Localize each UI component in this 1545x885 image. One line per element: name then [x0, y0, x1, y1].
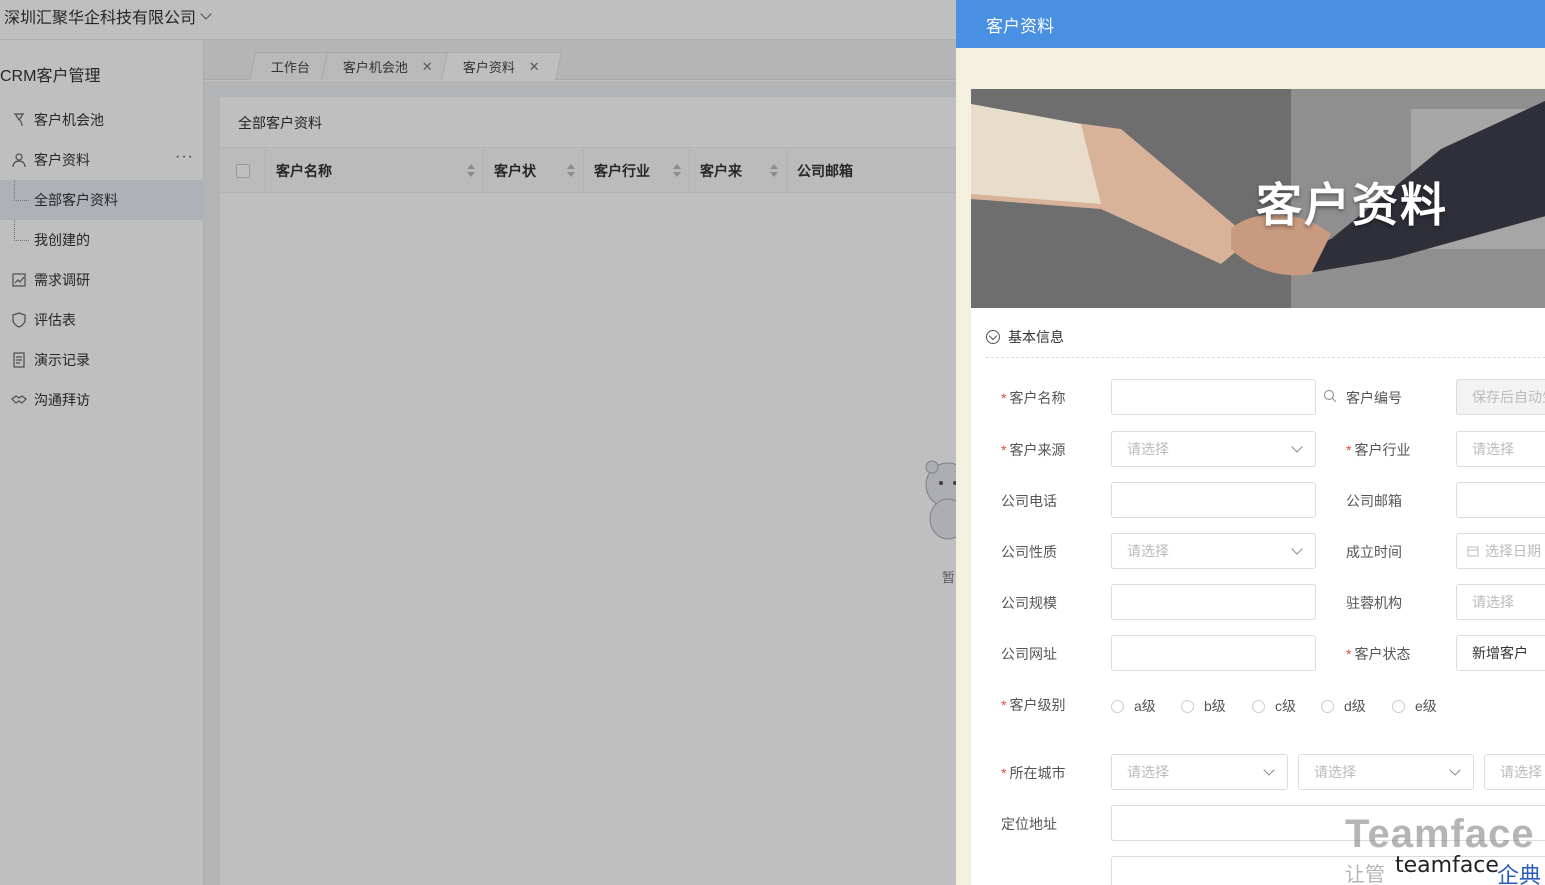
province-select[interactable]: 请选择: [1111, 754, 1288, 790]
email-label: 公司邮箱: [1346, 493, 1402, 509]
founded-label: 成立时间: [1346, 544, 1402, 560]
customer-form: 客户资料 基本信息 *客户名称 客户编号 保存后自动生成 *客户来源 请选择 *…: [971, 89, 1545, 885]
email-input[interactable]: [1456, 482, 1545, 518]
banner-image: 客户资料: [971, 89, 1545, 308]
chevron-down-icon: [1291, 543, 1303, 555]
level-radio-d[interactable]: d级: [1321, 696, 1366, 716]
section-basic-info[interactable]: 基本信息: [986, 327, 1064, 347]
founded-date-picker[interactable]: 选择日期: [1456, 533, 1545, 569]
banner-title: 客户资料: [1256, 178, 1448, 232]
scale-label: 公司规模: [1001, 595, 1057, 611]
source-select[interactable]: 请选择: [1111, 431, 1316, 467]
level-radio-a[interactable]: a级: [1111, 696, 1156, 716]
phone-input[interactable]: [1111, 482, 1316, 518]
chevron-down-icon: [1291, 441, 1303, 453]
industry-label: * 客户行业: [1346, 442, 1411, 458]
status-label: * 客户状态: [1346, 646, 1411, 662]
scale-input[interactable]: [1111, 584, 1316, 620]
customer-no-label: 客户编号: [1346, 390, 1402, 406]
watermark-slogan: 让管: [1345, 862, 1385, 885]
nature-select[interactable]: 请选择: [1111, 533, 1316, 569]
teamface-logo-cn: 企典: [1497, 864, 1542, 885]
industry-select[interactable]: 请选择: [1456, 431, 1545, 467]
phone-label: 公司电话: [1001, 493, 1057, 509]
search-icon[interactable]: [1323, 389, 1337, 406]
website-label: 公司网址: [1001, 646, 1057, 662]
city-label: * 所在城市: [1001, 765, 1066, 781]
drawer-header: 客户资料: [956, 0, 1545, 48]
level-radio-e[interactable]: e级: [1392, 696, 1437, 716]
city-select[interactable]: 请选择: [1298, 754, 1474, 790]
source-label: * 客户来源: [1001, 442, 1066, 458]
address-label: 定位地址: [1001, 816, 1057, 832]
customer-no-input: 保存后自动生成: [1456, 379, 1545, 415]
customer-name-input[interactable]: [1111, 379, 1316, 415]
level-label: * 客户级别: [1001, 697, 1066, 713]
section-title: 基本信息: [1008, 329, 1064, 345]
section-divider: [986, 357, 1545, 358]
customer-info-drawer: 客户资料 客户资料 基本信息 * 客户名称 客户编号 保存后自动 * 客户来源 …: [956, 0, 1545, 885]
level-radio-c[interactable]: c级: [1252, 696, 1296, 716]
agency-label: 驻蓉机构: [1346, 595, 1402, 611]
collapse-icon: [986, 330, 1000, 344]
customer-name-label: * 客户名称: [1001, 390, 1066, 406]
district-select[interactable]: 请选择: [1484, 754, 1545, 790]
teamface-watermark: Teamface: [1345, 812, 1535, 856]
teamface-logo: teamface: [1395, 853, 1499, 878]
calendar-icon: [1467, 545, 1479, 557]
status-select[interactable]: 新增客户: [1456, 635, 1545, 671]
chevron-down-icon: [1263, 764, 1275, 776]
chevron-down-icon: [1449, 764, 1461, 776]
drawer-title: 客户资料: [986, 16, 1054, 36]
agency-select[interactable]: 请选择: [1456, 584, 1545, 620]
level-radio-b[interactable]: b级: [1181, 696, 1226, 716]
nature-label: 公司性质: [1001, 544, 1057, 560]
website-input[interactable]: [1111, 635, 1316, 671]
